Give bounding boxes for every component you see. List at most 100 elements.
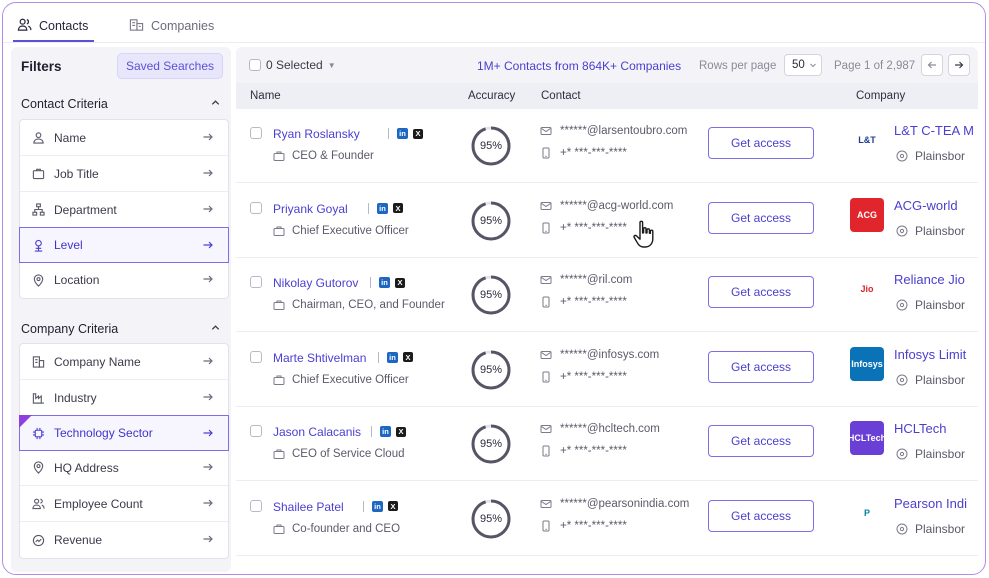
filter-department-label: Department (54, 202, 117, 217)
phone-text: +* ***-***-**** (560, 221, 627, 234)
phone-text: +* ***-***-**** (560, 370, 627, 383)
linkedin-icon[interactable]: in (380, 426, 391, 437)
company-name-link[interactable]: Reliance Jio (894, 272, 965, 287)
table-row[interactable]: Priyank Goyal in X Chief Executive Offic… (236, 184, 978, 258)
social-links: in X (368, 202, 403, 214)
filters-title: Filters (21, 58, 62, 74)
x-twitter-icon[interactable]: X (403, 352, 413, 362)
phone-text: +* ***-***-**** (560, 296, 627, 308)
company-name-link[interactable]: Pearson Indi (894, 496, 967, 511)
table-row[interactable]: Ryan Roslansky in X CEO & Founder 95% **… (236, 109, 978, 183)
next-page-button[interactable] (948, 54, 970, 76)
accuracy-ring: 95% (469, 273, 513, 317)
filter-job-title[interactable]: Job Title (20, 156, 228, 192)
contact-name-link[interactable]: Ryan Roslansky (273, 127, 360, 141)
contact-name-link[interactable]: Jason Calacanis (273, 425, 361, 439)
contact-email: ******@hcltech.com (540, 423, 660, 435)
mail-icon (540, 425, 552, 433)
filter-department[interactable]: Department (20, 192, 228, 228)
get-access-button[interactable]: Get access (708, 127, 814, 159)
linkedin-icon[interactable]: in (377, 202, 388, 214)
contact-name-link[interactable]: Nikolay Gutorov (273, 276, 358, 290)
row-checkbox[interactable] (250, 499, 262, 512)
get-access-button[interactable]: Get access (708, 350, 814, 383)
social-links: in X (388, 128, 423, 139)
row-checkbox[interactable] (250, 276, 262, 288)
x-twitter-icon[interactable]: X (395, 277, 405, 288)
get-access-button[interactable]: Get access (708, 201, 814, 234)
contact-phone: +* ***-***-**** (540, 520, 627, 532)
filter-name[interactable]: Name (20, 120, 228, 156)
row-checkbox[interactable] (250, 350, 262, 363)
contact-criteria-header[interactable]: Contact Criteria (21, 95, 221, 113)
mail-icon (540, 127, 552, 135)
linkedin-icon[interactable]: in (387, 351, 398, 363)
tab-contacts[interactable]: Contacts (12, 13, 95, 42)
saved-searches-button[interactable]: Saved Searches (116, 53, 223, 79)
filter-company-name[interactable]: Company Name (20, 344, 228, 380)
chevron-up-icon[interactable] (210, 97, 221, 111)
get-access-button[interactable]: Get access (708, 276, 814, 308)
row-checkbox[interactable] (250, 201, 262, 214)
email-text: ******@pearsonindia.com (560, 497, 690, 510)
social-links: in X (363, 500, 398, 512)
x-twitter-icon[interactable]: X (413, 128, 423, 139)
rows-per-page-select[interactable]: 50 (784, 54, 822, 76)
accuracy-ring: 95% (469, 422, 513, 466)
email-text: ******@acg-world.com (560, 199, 674, 212)
briefcase-icon (32, 167, 45, 180)
company-criteria-header[interactable]: Company Criteria (21, 320, 221, 338)
filter-level[interactable]: Level (19, 227, 229, 263)
accuracy-ring: 95% (469, 497, 513, 541)
filter-name-label: Name (54, 130, 87, 145)
table-row[interactable]: Nikolay Gutorov in X Chairman, CEO, and … (236, 258, 978, 332)
filter-hq-address[interactable]: HQ Address (20, 450, 228, 486)
company-name-link[interactable]: ACG-world (894, 198, 958, 213)
table-row[interactable]: Marte Shtivelman in X Chief Executive Of… (236, 333, 978, 407)
table-row[interactable]: Shailee Patel in X Co-founder and CEO 95… (236, 482, 978, 556)
tab-companies[interactable]: Companies (129, 13, 214, 39)
job-title-text: Chief Executive Officer (292, 373, 409, 386)
row-checkbox[interactable] (250, 425, 262, 437)
filter-employee-count[interactable]: Employee Count (20, 486, 228, 522)
select-all-dropdown[interactable]: 0 Selected ▼ (249, 58, 336, 72)
contact-name-link[interactable]: Priyank Goyal (273, 202, 348, 216)
table-toolbar: 0 Selected ▼ 1M+ Contacts from 864K+ Com… (236, 47, 978, 83)
contact-name-link[interactable]: Marte Shtivelman (273, 351, 366, 365)
chevron-up-icon[interactable] (210, 322, 221, 336)
get-access-button[interactable]: Get access (708, 425, 814, 457)
header-contact: Contact (541, 90, 581, 102)
get-access-button[interactable]: Get access (708, 499, 814, 532)
mail-icon (540, 350, 552, 359)
table-row[interactable]: Jason Calacanis in X CEO of Service Clou… (236, 407, 978, 481)
email-text: ******@larsentoubro.com (560, 125, 688, 137)
linkedin-icon[interactable]: in (379, 277, 390, 288)
x-twitter-icon[interactable]: X (388, 501, 398, 511)
company-name-link[interactable]: Infosys Limit (894, 347, 966, 362)
company-name-link[interactable]: HCLTech (894, 421, 947, 436)
arrow-right-icon (203, 169, 213, 177)
filter-technology-sector[interactable]: Technology Sector (19, 415, 229, 451)
x-twitter-icon[interactable]: X (393, 203, 403, 213)
filter-industry[interactable]: Industry (20, 380, 228, 416)
company-location: Plainsbor (896, 149, 965, 163)
location-pin-icon (896, 448, 908, 460)
company-name-link[interactable]: L&T C-TEA M (894, 123, 974, 138)
filter-revenue[interactable]: Revenue (20, 522, 228, 558)
selected-count: 0 Selected (266, 58, 323, 72)
contact-email: ******@pearsonindia.com (540, 498, 689, 510)
rows-per-page-label: Rows per page (699, 60, 777, 72)
header-accuracy: Accuracy (468, 90, 516, 102)
linkedin-icon[interactable]: in (372, 500, 383, 512)
filter-location[interactable]: Location (20, 262, 228, 298)
contact-name-link[interactable]: Shailee Patel (273, 500, 344, 514)
linkedin-icon[interactable]: in (397, 128, 408, 139)
social-links: in X (371, 426, 406, 437)
prev-page-button[interactable] (921, 54, 943, 76)
filter-employee-count-label: Employee Count (54, 496, 143, 511)
arrow-left-icon (927, 61, 936, 69)
row-checkbox[interactable] (250, 127, 262, 139)
x-twitter-icon[interactable]: X (396, 426, 406, 437)
location-pin-icon (896, 374, 908, 385)
select-all-checkbox[interactable] (249, 59, 261, 71)
